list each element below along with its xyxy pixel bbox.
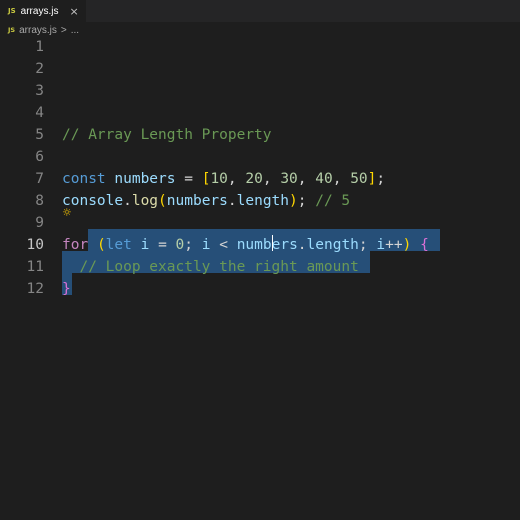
code-line[interactable]: 9 [0, 212, 520, 234]
code-text: // Array Length Property [62, 124, 272, 146]
code-token: = [175, 171, 202, 187]
code-token: ) [289, 193, 298, 209]
code-token: 30 [280, 171, 298, 187]
code-token: 10 [210, 171, 228, 187]
code-token: ++ [385, 237, 403, 253]
code-token: . [227, 193, 237, 209]
code-token: , [227, 171, 246, 187]
line-number: 8 [35, 193, 44, 209]
line-number: 2 [35, 61, 44, 77]
code-token: log [131, 193, 159, 209]
code-token: ( [158, 193, 167, 209]
code-token: ; [297, 193, 316, 209]
line-number: 5 [35, 127, 44, 143]
code-token: ; [358, 237, 377, 253]
tab-title: arrays.js [20, 5, 59, 17]
code-line[interactable]: 11 // Loop exactly the right amount [0, 256, 520, 278]
code-token: . [297, 237, 307, 253]
code-token: < [210, 237, 237, 253]
breadcrumb-file[interactable]: arrays.js [19, 25, 57, 36]
code-token: 50 [350, 171, 368, 187]
text-cursor-icon [272, 235, 279, 251]
code-token: , [297, 171, 316, 187]
code-token: ; [184, 237, 202, 253]
code-line[interactable]: 8 console.log(numbers.length); // 5 [0, 190, 520, 212]
breadcrumb-more[interactable]: ... [71, 25, 79, 36]
code-token: // Array Length Property [62, 127, 272, 143]
code-token: numbers [114, 171, 176, 187]
code-line[interactable]: 3 [0, 80, 520, 102]
line-number: 9 [35, 215, 44, 231]
code-token: ; [376, 171, 386, 187]
javascript-file-icon: JS [8, 7, 16, 15]
code-line[interactable]: 12} [0, 278, 520, 300]
code-line[interactable]: 7 const numbers = [10, 20, 30, 40, 50]; [0, 168, 520, 190]
close-icon[interactable]: × [69, 5, 78, 18]
code-token: numbers [166, 193, 228, 209]
line-number: 4 [35, 105, 44, 121]
code-token: const [62, 171, 106, 187]
code-token: length [236, 193, 290, 209]
line-number: 11 [26, 259, 44, 275]
code-line[interactable]: 5 // Array Length Property [0, 124, 520, 146]
line-number: 6 [35, 149, 44, 165]
tab-arrays-js[interactable]: JS arrays.js × [0, 0, 86, 22]
code-token: numbers [236, 237, 298, 253]
code-token: . [123, 193, 132, 209]
code-text: // Loop exactly the right amount [62, 256, 359, 278]
line-number: 1 [35, 39, 44, 55]
code-token: 0 [175, 237, 185, 253]
code-token: , [262, 171, 281, 187]
code-token: // 5 [315, 193, 351, 209]
code-text: const numbers = [10, 20, 30, 40, 50]; [62, 168, 385, 190]
code-token: // Loop exactly the right amount [79, 259, 359, 275]
code-token: 20 [245, 171, 263, 187]
tab-bar: JS arrays.js × [0, 0, 520, 22]
code-token: length [306, 237, 359, 253]
code-line[interactable]: 4 [0, 102, 520, 124]
javascript-file-icon: JS [8, 26, 16, 34]
code-token: = [149, 237, 176, 253]
code-text: } [62, 278, 71, 300]
code-line[interactable]: 2 [0, 58, 520, 80]
code-token: for [62, 237, 89, 253]
line-number: 12 [26, 281, 44, 297]
code-line[interactable]: 10 for (let i = 0; i < numbers.length; i+… [0, 234, 520, 256]
lightbulb-icon[interactable]: ☼ [62, 206, 72, 219]
code-token: let [105, 237, 132, 253]
code-token: { [420, 237, 429, 253]
code-token: 40 [315, 171, 333, 187]
code-line[interactable]: 6 [0, 146, 520, 168]
code-text: console.log(numbers.length); // 5 [62, 190, 350, 212]
code-line[interactable]: 1 [0, 36, 520, 58]
line-number: 10 [26, 237, 44, 253]
code-text: for (let i = 0; i < numbers.length; i++)… [62, 234, 429, 256]
line-number: 7 [35, 171, 44, 187]
code-token: i [376, 237, 386, 253]
chevron-right-icon: > [60, 24, 67, 36]
line-number: 3 [35, 83, 44, 99]
code-token: } [62, 281, 71, 297]
code-token: , [332, 171, 351, 187]
code-token: ( [96, 237, 106, 253]
